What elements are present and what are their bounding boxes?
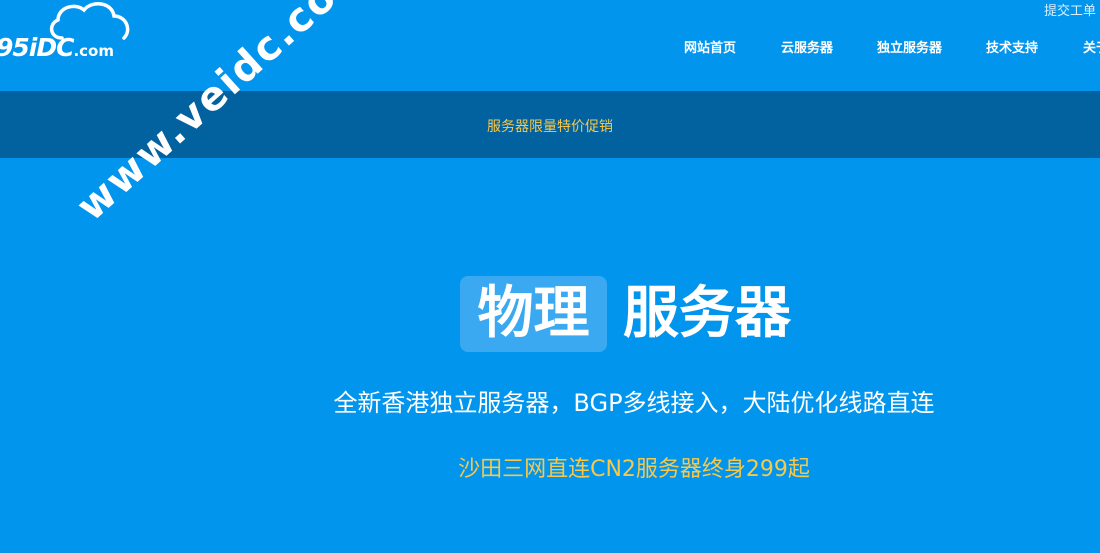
site-logo[interactable]: 95iDC.com	[0, 0, 140, 70]
nav-item-dedicated-server[interactable]: 独立服务器	[877, 37, 942, 56]
hero-subtitle: 全新香港独立服务器，BGP多线接入，大陆优化线路直连	[333, 389, 935, 417]
nav-item-tech-support[interactable]: 技术支持	[986, 37, 1038, 56]
nav-item-home[interactable]: 网站首页	[684, 37, 736, 56]
main-nav: 网站首页 云服务器 独立服务器 技术支持 关于	[0, 37, 1100, 57]
promo-banner: 服务器限量特价促销	[0, 91, 1100, 158]
hero-title-rest: 服务器	[623, 281, 791, 346]
nav-item-about[interactable]: 关于	[1083, 37, 1100, 56]
hero-title: 物理 服务器	[460, 276, 820, 352]
nav-item-cloud-server[interactable]: 云服务器	[781, 37, 833, 56]
submit-ticket-link[interactable]: 提交工单	[1044, 0, 1096, 19]
promo-link[interactable]: 服务器限量特价促销	[0, 116, 1100, 136]
top-header: 95iDC.com 提交工单 网站首页 云服务器 独立服务器 技术支持 关于	[0, 0, 1100, 91]
hero-title-highlight: 物理	[460, 276, 607, 352]
hero-offer-link[interactable]: 沙田三网直连CN2服务器终身299起	[0, 451, 1100, 483]
